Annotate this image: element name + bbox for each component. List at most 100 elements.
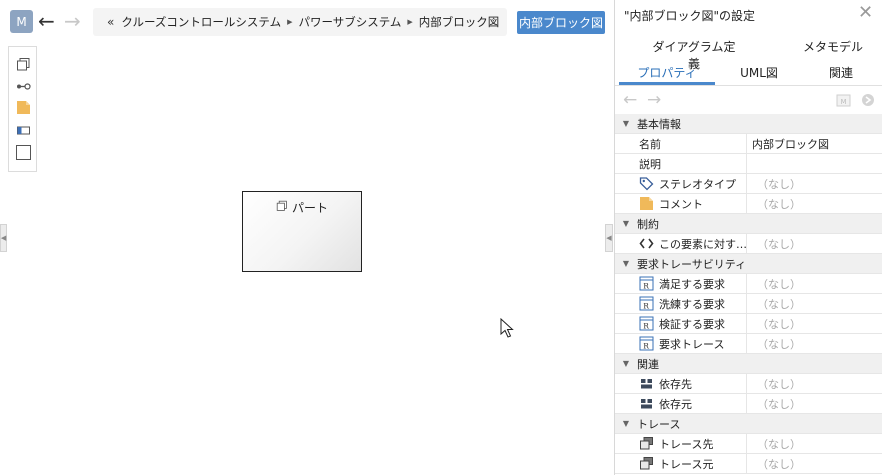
section-header[interactable]: ▼ 関連 [615, 354, 882, 374]
property-name: 満足する要求 [615, 274, 747, 293]
section-header[interactable]: ▼ 基本情報 [615, 114, 882, 134]
trace-icon [639, 436, 654, 451]
property-name: トレース先 [615, 434, 747, 453]
collapse-triangle-icon[interactable]: ▼ [615, 419, 637, 428]
part-label: パート [291, 201, 328, 215]
breadcrumb-item-cruise-control[interactable]: クルーズコントロールシステム [121, 14, 281, 30]
property-row[interactable]: トレース先 （なし） [615, 434, 882, 454]
property-table: ▼ 基本情報 名前 内部ブロック図 説明 ステレオタイプ （なし） コメント （なし） ▼ 制約 この… [615, 114, 882, 474]
requirement-icon [639, 276, 654, 291]
collapse-triangle-icon[interactable]: ▼ [615, 219, 637, 228]
mouse-cursor-icon [500, 317, 514, 341]
property-row[interactable]: コメント （なし） [615, 194, 882, 214]
diagram-title-button[interactable]: 内部ブロック図 [517, 11, 605, 34]
property-name: ステレオタイプ [615, 174, 747, 193]
section-header[interactable]: ▼ 要求トレーサビリティ [615, 254, 882, 274]
collapse-triangle-icon[interactable]: ▼ [615, 119, 637, 128]
svg-text:M: M [841, 98, 847, 106]
property-row[interactable]: トレース元 （なし） [615, 454, 882, 474]
tab-relations[interactable]: 関連 [811, 64, 871, 81]
property-name: 名前 [615, 134, 747, 153]
property-row[interactable]: 依存先 （なし） [615, 374, 882, 394]
breadcrumb-separator-icon: ▶ [407, 18, 413, 26]
requirement-icon [639, 336, 654, 351]
comment-icon [639, 196, 654, 211]
section-title: トレース [637, 417, 681, 431]
collapse-triangle-icon[interactable]: ▼ [615, 359, 637, 368]
property-name: 説明 [615, 154, 747, 173]
property-name: 依存先 [615, 374, 747, 393]
property-label: 説明 [639, 157, 661, 171]
property-value[interactable]: （なし） [747, 196, 882, 212]
property-row[interactable]: 満足する要求 （なし） [615, 274, 882, 294]
panel-back-icon[interactable]: ← [623, 90, 637, 110]
property-row[interactable]: 検証する要求 （なし） [615, 314, 882, 334]
tab-uml-diagram[interactable]: UML図 [727, 64, 791, 81]
property-label: コメント [659, 197, 703, 211]
property-value[interactable]: （なし） [747, 236, 882, 252]
property-value[interactable]: （なし） [747, 376, 882, 392]
breadcrumb-separator-icon: ▶ [287, 18, 293, 26]
section-title: 基本情報 [637, 117, 681, 131]
breadcrumb-item-ibd[interactable]: 内部ブロック図 [419, 14, 500, 30]
property-label: 依存元 [659, 397, 692, 411]
code-icon [639, 236, 654, 251]
property-name: コメント [615, 194, 747, 213]
property-value[interactable]: （なし） [747, 456, 882, 472]
property-label: 洗練する要求 [659, 297, 725, 311]
property-value[interactable]: （なし） [747, 436, 882, 452]
requirement-icon [639, 296, 654, 311]
close-icon[interactable]: ✕ [858, 3, 873, 23]
panel-forward-icon[interactable]: → [647, 90, 661, 110]
property-name: この要素に対す… [615, 234, 747, 253]
property-label: 要求トレース [659, 337, 725, 351]
property-row[interactable]: 洗練する要求 （なし） [615, 294, 882, 314]
tag-icon [639, 176, 654, 191]
property-value[interactable]: （なし） [747, 296, 882, 312]
property-row[interactable]: 説明 [615, 154, 882, 174]
property-row[interactable]: 要求トレース （なし） [615, 334, 882, 354]
tab-properties[interactable]: プロパティ [619, 64, 715, 81]
section-title: 制約 [637, 217, 659, 231]
trace-icon [639, 456, 654, 471]
app-window: M ← → « クルーズコントロールシステム ▶ パワーサブシステム ▶ 内部ブ… [0, 0, 882, 475]
right-collapse-handle-icon[interactable]: ◀ [605, 224, 613, 252]
property-value[interactable]: 内部ブロック図 [747, 136, 882, 152]
requirement-icon [639, 316, 654, 331]
section-header[interactable]: ▼ 制約 [615, 214, 882, 234]
property-name: 洗練する要求 [615, 294, 747, 313]
property-value[interactable]: （なし） [747, 176, 882, 192]
property-label: 依存先 [659, 377, 692, 391]
part-block[interactable]: パート [242, 191, 362, 272]
section-title: 要求トレーサビリティ [637, 257, 747, 271]
left-collapse-handle-icon[interactable]: ◀ [0, 224, 7, 252]
collapse-triangle-icon[interactable]: ▼ [615, 259, 637, 268]
section-header[interactable]: ▼ トレース [615, 414, 882, 434]
tab-divider [615, 85, 882, 86]
property-row[interactable]: 名前 内部ブロック図 [615, 134, 882, 154]
property-value[interactable]: （なし） [747, 276, 882, 292]
dependency-icon [639, 376, 654, 391]
breadcrumb-item-power-subsystem[interactable]: パワーサブシステム [298, 14, 401, 30]
property-row[interactable]: ステレオタイプ （なし） [615, 174, 882, 194]
new-diagram-icon[interactable]: M [836, 93, 852, 110]
panel-title: "内部ブロック図"の設定 [624, 9, 756, 23]
part-icon [276, 200, 288, 215]
property-row[interactable]: この要素に対す… （なし） [615, 234, 882, 254]
property-value[interactable]: （なし） [747, 336, 882, 352]
breadcrumb-collapse-icon[interactable]: « [107, 15, 114, 29]
property-value[interactable]: （なし） [747, 316, 882, 332]
part-header: パート [243, 199, 361, 216]
panel-navigate-icon[interactable] [861, 93, 875, 110]
section-title: 関連 [637, 357, 659, 371]
property-label: 検証する要求 [659, 317, 725, 331]
back-arrow-icon[interactable]: ← [38, 8, 55, 34]
forward-arrow-icon[interactable]: → [64, 8, 81, 34]
property-row[interactable]: 依存元 （なし） [615, 394, 882, 414]
property-label: 名前 [639, 137, 661, 151]
property-label: この要素に対す… [659, 237, 747, 251]
model-badge[interactable]: M [10, 10, 33, 33]
property-label: ステレオタイプ [659, 177, 736, 191]
tab-metamodel[interactable]: メタモデル [795, 38, 871, 55]
property-value[interactable]: （なし） [747, 396, 882, 412]
